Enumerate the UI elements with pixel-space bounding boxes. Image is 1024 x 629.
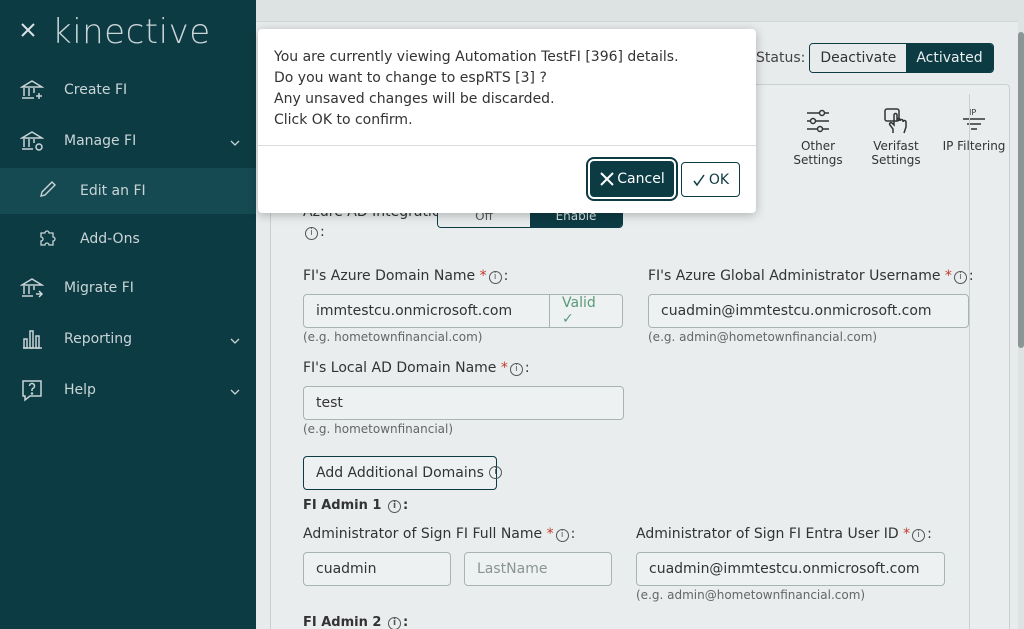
check-icon — [693, 174, 705, 186]
close-icon — [600, 172, 614, 186]
cancel-button-label: Cancel — [617, 171, 665, 187]
cancel-button[interactable]: Cancel — [590, 161, 674, 197]
confirm-dialog-message: You are currently viewing Automation Tes… — [274, 47, 679, 131]
dialog-line: Any unsaved changes will be discarded. — [274, 91, 555, 107]
ok-button[interactable]: OK — [681, 162, 740, 197]
ok-button-label: OK — [708, 171, 730, 188]
dialog-line: You are currently viewing Automation Tes… — [274, 49, 679, 65]
dialog-line: Click OK to confirm. — [274, 112, 413, 128]
dialog-divider — [258, 145, 756, 146]
confirm-dialog: You are currently viewing Automation Tes… — [258, 29, 756, 213]
dialog-line: Do you want to change to espRTS [3] ? — [274, 70, 547, 86]
